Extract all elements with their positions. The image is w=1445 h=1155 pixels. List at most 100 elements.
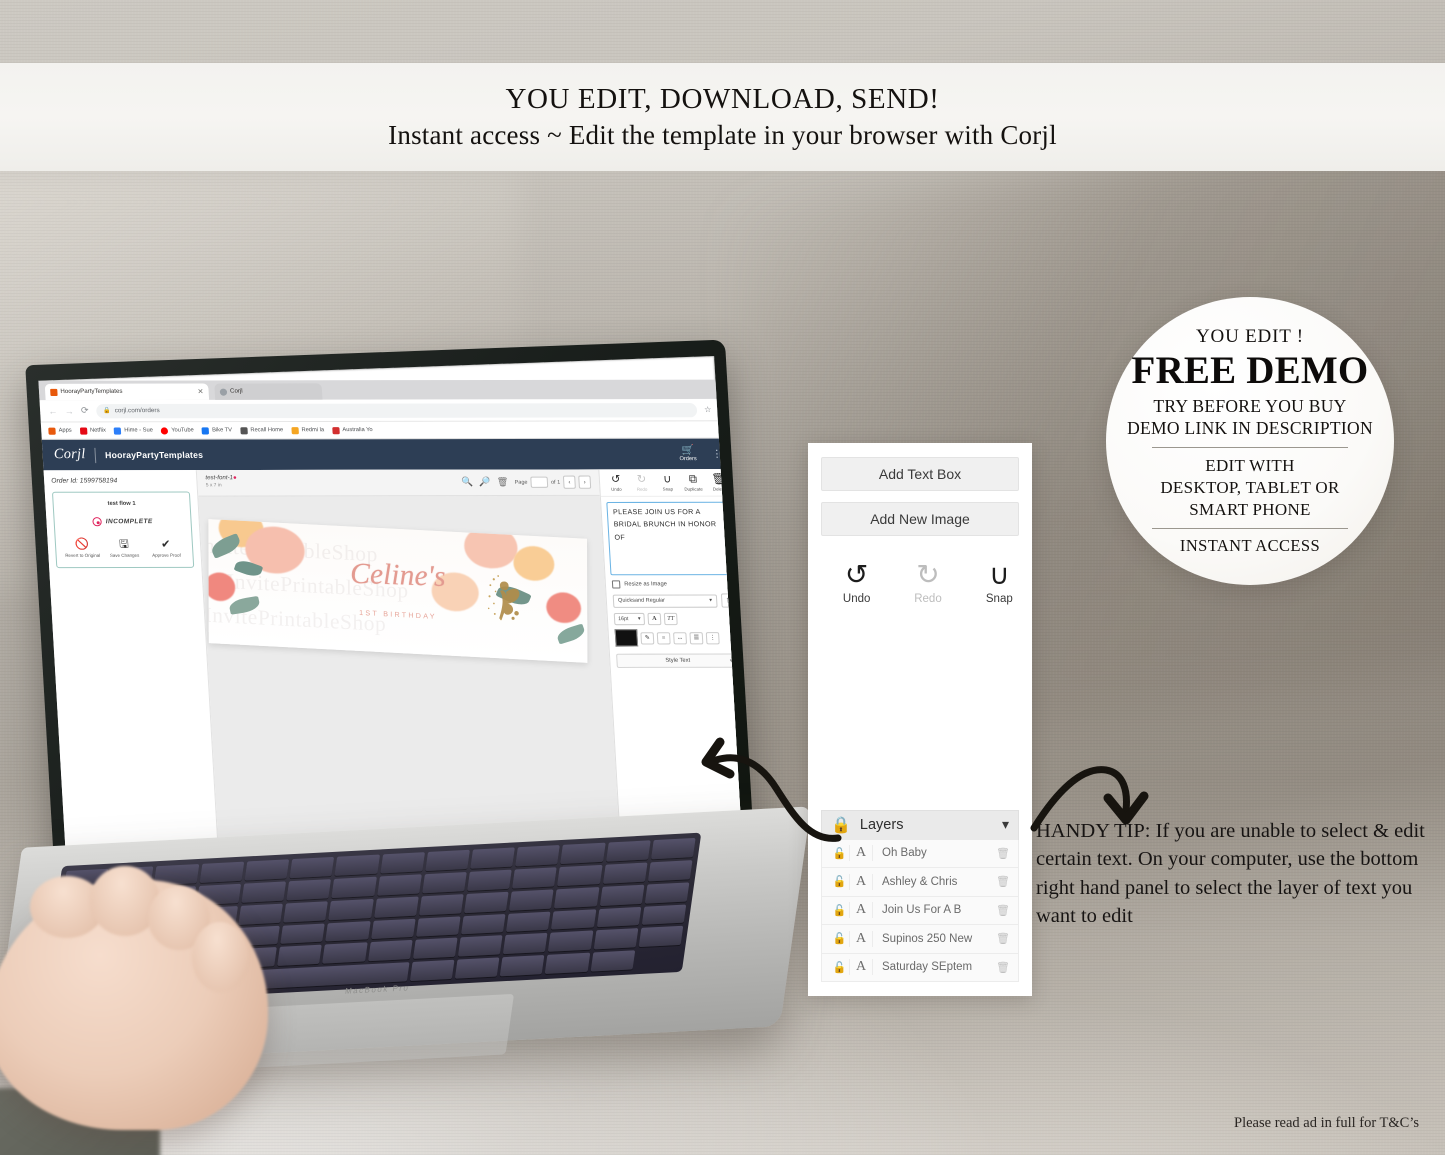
layers-title: Layers (859, 817, 904, 833)
page-of: of 1 (550, 479, 561, 486)
bookmark-item[interactable]: Apps (48, 427, 72, 435)
bookmark-item[interactable]: Australia Yo (332, 426, 373, 434)
trash-icon[interactable]: 🗑 (996, 904, 1010, 917)
back-arrow-icon[interactable]: ← (48, 406, 58, 416)
chevron-down-icon: ▾ (709, 597, 713, 604)
trash-icon[interactable]: 🗑 (996, 875, 1010, 888)
add-new-image-button[interactable]: Add New Image (821, 502, 1019, 536)
bookmark-label: Apps (58, 427, 72, 434)
resize-as-image-checkbox[interactable] (611, 580, 621, 589)
more-icon[interactable]: ⋮ (705, 631, 720, 644)
eyedropper-icon[interactable]: ✎ (640, 631, 655, 644)
snap-button[interactable]: ∪ Snap (655, 473, 681, 491)
redo-label: Redo (914, 593, 942, 605)
bookmark-item[interactable]: Bike TV (201, 426, 233, 434)
file-size: 5 x 7 in (205, 483, 222, 489)
duplicate-button[interactable]: ⧉ Duplicate (680, 473, 706, 491)
trash-icon[interactable]: 🗑 (996, 932, 1010, 945)
font-size-select[interactable]: 16pt ▾ (613, 612, 646, 626)
save-changes-button[interactable]: 🖫 Save Changes (105, 538, 143, 558)
size-row: 16pt ▾ A TT (613, 612, 737, 626)
bookmarks-bar: Apps Netflix Hime - Sue YouTube Bike TV … (40, 421, 733, 440)
line-height-icon[interactable]: ≡ (656, 631, 671, 644)
forward-arrow-icon[interactable]: → (64, 406, 74, 416)
text-layer-icon: A (849, 959, 873, 976)
tool-label: Redo (636, 486, 648, 492)
zoom-in-icon[interactable]: 🔍 (461, 477, 473, 488)
tab-favicon-icon (219, 388, 228, 396)
order-card-actions: 🚫 Revert to Original 🖫 Save Changes ✔ Ap… (61, 538, 188, 559)
bookmark-label: Netflix (89, 427, 107, 434)
letter-spacing-icon[interactable]: ↔ (673, 631, 688, 644)
close-icon[interactable]: ✕ (197, 388, 203, 396)
chevron-right-icon[interactable]: › (578, 475, 592, 489)
layer-row[interactable]: 🔓 A Saturday SEptem 🗑 (821, 953, 1019, 982)
trash-icon[interactable]: 🗑 (497, 477, 509, 488)
bookmark-label: Recall Home (250, 427, 284, 434)
undo-button[interactable]: ↺ Undo (603, 473, 629, 491)
unlock-icon[interactable]: 🔓 (830, 875, 849, 888)
bookmark-label: Bike TV (211, 427, 233, 434)
layer-row[interactable]: 🔓 A Ashley & Chris 🗑 (821, 868, 1019, 897)
corjl-app-bar: Corjl HoorayPartyTemplates 🛒 Orders ⋮ (41, 438, 735, 471)
orders-label: Orders (679, 455, 697, 463)
unlock-icon[interactable]: 🔓 (830, 932, 849, 945)
text-content-input[interactable]: PLEASE JOIN US FOR A BRIDAL BRUNCH IN HO… (606, 501, 736, 576)
trash-icon[interactable]: 🗑 (996, 847, 1010, 860)
incomplete-icon (92, 517, 103, 527)
color-swatch[interactable] (614, 629, 639, 647)
layer-row[interactable]: 🔓 A Join Us For A B 🗑 (821, 896, 1019, 925)
bookmark-item[interactable]: Netflix (79, 427, 107, 435)
undo-button[interactable]: ↺ Undo (837, 561, 876, 606)
invitation-artwork[interactable]: InvitePrintableShop InvitePrintableShop … (208, 519, 588, 663)
page-input[interactable] (530, 476, 549, 488)
redo-button[interactable]: ↻ Redo (908, 561, 947, 606)
file-name: test-font-1 (205, 475, 234, 482)
badge-line-4a: EDIT WITH (1205, 455, 1295, 475)
star-icon[interactable]: ☆ (704, 405, 712, 414)
orders-button[interactable]: 🛒 Orders (679, 445, 697, 463)
canvas-toolbar: test-font-1● 5 x 7 in 🔍 🔎 🗑 Page of 1 ‹ … (196, 469, 600, 497)
unlock-icon[interactable]: 🔓 (830, 904, 849, 917)
browser-tab-secondary[interactable]: Corjl (214, 383, 323, 400)
chevron-left-icon[interactable]: ‹ (562, 475, 576, 489)
reload-icon[interactable]: ⟳ (81, 405, 89, 416)
tab-title: Corjl (229, 388, 243, 395)
banner-headline: YOU EDIT, DOWNLOAD, SEND! (505, 83, 940, 115)
tab-title: HoorayPartyTemplates (60, 388, 123, 396)
bookmark-label: Hime - Sue (124, 427, 154, 434)
canvas-area: test-font-1● 5 x 7 in 🔍 🔎 🗑 Page of 1 ‹ … (196, 469, 622, 858)
bookmark-item[interactable]: Hime - Sue (113, 426, 154, 435)
align-icon[interactable]: ☰ (689, 631, 704, 644)
bookmark-item[interactable]: Recall Home (240, 426, 284, 434)
bookmark-item[interactable]: Redmi la (291, 426, 325, 434)
bold-icon[interactable]: A (647, 612, 662, 626)
layer-row[interactable]: 🔓 A Oh Baby 🗑 (821, 839, 1019, 868)
redo-button[interactable]: ↻ Redo (629, 473, 655, 492)
page-navigator: Page of 1 ‹ › (514, 475, 592, 489)
status-badge: INCOMPLETE (60, 517, 186, 527)
layer-row[interactable]: 🔓 A Supinos 250 New 🗑 (821, 925, 1019, 954)
unlock-icon[interactable]: 🔓 (830, 961, 849, 974)
resize-as-image-row[interactable]: Resize as Image (611, 580, 735, 589)
badge-line-3b: DEMO LINK IN DESCRIPTION (1127, 418, 1373, 439)
layers-header[interactable]: 🔒 Layers ▾ (821, 809, 1019, 840)
snap-button[interactable]: ∪ Snap (980, 561, 1019, 606)
trash-icon[interactable]: 🗑 (996, 961, 1010, 974)
artwork-name: Celine's (349, 557, 446, 594)
layers-panel: 🔒 Layers ▾ 🔓 A Oh Baby 🗑 🔓 A Ashley & Ch… (821, 809, 1019, 982)
revert-to-original-button[interactable]: 🚫 Revert to Original (63, 539, 101, 559)
italic-icon[interactable]: TT (663, 612, 678, 626)
bookmark-label: Redmi la (301, 427, 325, 434)
zoom-out-icon[interactable]: 🔎 (479, 477, 491, 488)
style-text-accordion[interactable]: Style Text ▾ (616, 653, 740, 668)
terms-note: Please read ad in full for T&C’s (1234, 1115, 1419, 1131)
chevron-down-icon[interactable]: ▾ (1002, 817, 1009, 834)
add-text-box-button[interactable]: Add Text Box (821, 457, 1019, 491)
address-bar[interactable]: 🔒 corjl.com/orders (95, 402, 698, 418)
approve-proof-button[interactable]: ✔ Approve Proof (147, 538, 185, 558)
browser-tab-active[interactable]: HoorayPartyTemplates ✕ (44, 383, 210, 401)
font-select[interactable]: Quicksand Regular ▾ (612, 593, 718, 608)
bookmark-item[interactable]: YouTube (160, 426, 194, 435)
status-text: INCOMPLETE (105, 518, 153, 526)
